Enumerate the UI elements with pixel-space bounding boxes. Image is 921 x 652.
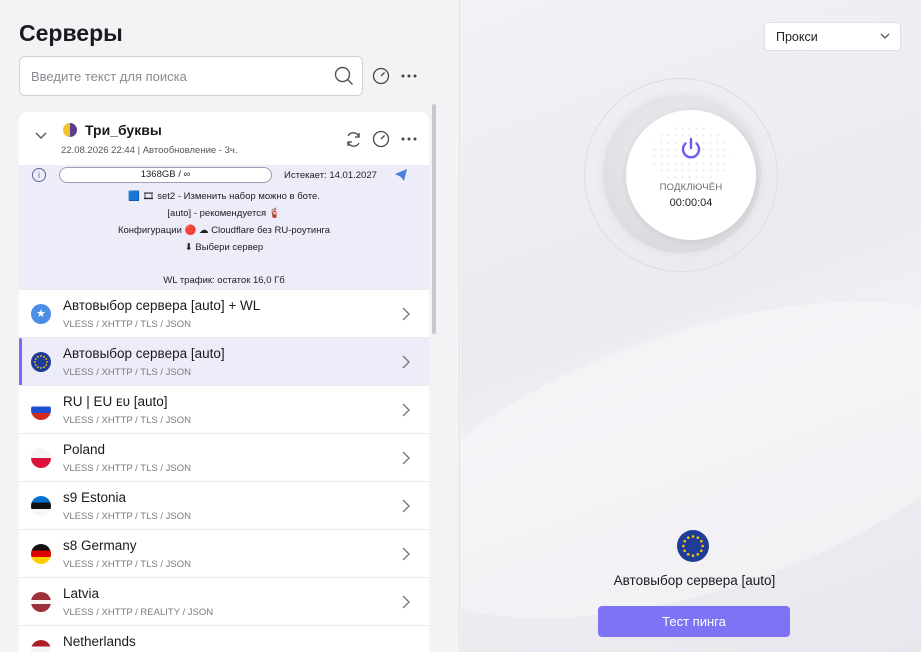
speedtest-icon[interactable] xyxy=(371,66,391,86)
server-protocol: VLESS / XHTTP / REALITY / JSON xyxy=(63,607,214,618)
search-icon[interactable] xyxy=(334,66,354,86)
power-button[interactable]: ПОДКЛЮЧЁН 00:00:04 xyxy=(626,110,756,240)
chevron-right-icon xyxy=(402,499,410,513)
selection-indicator xyxy=(19,338,22,386)
server-name: Latvia xyxy=(63,586,100,601)
search-box[interactable] xyxy=(19,56,363,96)
server-protocol: VLESS / XHTTP / TLS / JSON xyxy=(63,367,191,378)
chevron-right-icon xyxy=(402,403,410,417)
info-icon[interactable]: i xyxy=(32,168,46,182)
chevron-right-icon xyxy=(402,355,410,369)
server-item[interactable]: s9 Estonia VLESS / XHTTP / TLS / JSON xyxy=(19,481,429,529)
current-server-name: Автовыбор сервера [auto] xyxy=(613,573,776,588)
server-item[interactable]: s8 Germany VLESS / XHTTP / TLS / JSON xyxy=(19,529,429,577)
speedtest-icon[interactable] xyxy=(371,129,391,149)
power-icon xyxy=(681,137,701,159)
server-item[interactable]: ★ Автовыбор сервера [auto] + WL VLESS / … xyxy=(19,289,429,337)
expiry-date: Истекает: 14.01.2027 xyxy=(284,170,377,181)
ee-flag-icon xyxy=(31,496,51,516)
server-protocol: VLESS / XHTTP / TLS / JSON xyxy=(63,415,191,426)
eu-flag-icon xyxy=(677,530,709,562)
subscription-info: i 1368GB / ∞ Истекает: 14.01.2027 🟦 🎞 se… xyxy=(19,165,429,289)
info-line: ⬇ Выбери сервер xyxy=(184,242,264,253)
subscription-header[interactable]: Три_буквы 22.08.2026 22:44 | Автообновле… xyxy=(19,112,429,165)
info-line: Конфигурации 🔴 ☁ Cloudflare без RU-роути… xyxy=(117,225,331,236)
connection-panel: Прокси ПОДКЛЮЧЁН 00:00:04 Автовыбор серв… xyxy=(461,0,921,652)
chevron-right-icon xyxy=(402,307,410,321)
background-wave xyxy=(461,237,921,652)
page-title: Серверы xyxy=(19,20,123,46)
auto-star-icon: ★ xyxy=(31,304,51,324)
info-line: [auto] - рекомендуется 🧯 xyxy=(167,208,281,219)
server-item[interactable]: Poland VLESS / XHTTP / TLS / JSON xyxy=(19,433,429,481)
chevron-right-icon xyxy=(402,547,410,561)
chevron-right-icon xyxy=(402,595,410,609)
server-name: Netherlands xyxy=(63,634,136,649)
eu-flag-icon xyxy=(31,352,51,372)
nl-flag-icon xyxy=(31,640,51,652)
server-protocol: VLESS / XHTTP / TLS / JSON xyxy=(63,511,191,522)
server-name: Poland xyxy=(63,442,106,457)
chevron-down-icon[interactable] xyxy=(35,132,47,140)
server-name: Автовыбор сервера [auto] xyxy=(63,346,225,361)
chevron-right-icon xyxy=(402,451,410,465)
server-protocol: VLESS / XHTTP / TLS / JSON xyxy=(63,463,191,474)
server-item[interactable]: Latvia VLESS / XHTTP / REALITY / JSON xyxy=(19,577,429,625)
telegram-icon[interactable] xyxy=(395,169,407,181)
subscription-emoji-icon xyxy=(63,123,77,137)
server-item[interactable]: RU | EU ᴇᴜ [auto] VLESS / XHTTP / TLS / … xyxy=(19,385,429,433)
server-name: s9 Estonia xyxy=(63,490,127,505)
pl-flag-icon xyxy=(31,448,51,468)
server-name: s8 Germany xyxy=(63,538,137,553)
info-line: WL трафик: остаток 16,0 Гб xyxy=(163,275,285,286)
ru-flag-icon xyxy=(31,400,51,420)
more-icon[interactable] xyxy=(399,66,419,86)
server-item-selected[interactable]: Автовыбор сервера [auto] VLESS / XHTTP /… xyxy=(19,337,429,386)
subscription-name: Три_буквы xyxy=(85,122,162,138)
chevron-down-icon xyxy=(880,33,890,39)
ping-test-button[interactable]: Тест пинга xyxy=(598,606,790,637)
refresh-icon[interactable] xyxy=(343,129,363,149)
server-item[interactable]: Netherlands xyxy=(19,625,429,652)
connection-timer: 00:00:04 xyxy=(669,197,713,209)
mode-select[interactable]: Прокси xyxy=(764,22,901,51)
de-flag-icon xyxy=(31,544,51,564)
server-name: Автовыбор сервера [auto] + WL xyxy=(63,298,261,313)
server-protocol: VLESS / XHTTP / TLS / JSON xyxy=(63,559,191,570)
search-input[interactable] xyxy=(31,57,331,95)
info-line: 🟦 🎞 set2 - Изменить набор можно в боте. xyxy=(128,191,320,202)
scrollbar[interactable] xyxy=(432,104,436,334)
subscription-meta: 22.08.2026 22:44 | Автообновление - 3ч. xyxy=(61,145,238,156)
lv-flag-icon xyxy=(31,592,51,612)
connection-status: ПОДКЛЮЧЁН xyxy=(659,182,723,193)
mode-select-value: Прокси xyxy=(776,30,818,44)
server-protocol: VLESS / XHTTP / TLS / JSON xyxy=(63,319,191,330)
server-name: RU | EU ᴇᴜ [auto] xyxy=(63,394,168,409)
servers-panel: Серверы Три_буквы 22.08.2026 22:44 | Авт… xyxy=(0,0,460,652)
traffic-usage: 1368GB / ∞ xyxy=(59,167,272,183)
more-icon[interactable] xyxy=(399,129,419,149)
server-list: Три_буквы 22.08.2026 22:44 | Автообновле… xyxy=(19,112,429,652)
